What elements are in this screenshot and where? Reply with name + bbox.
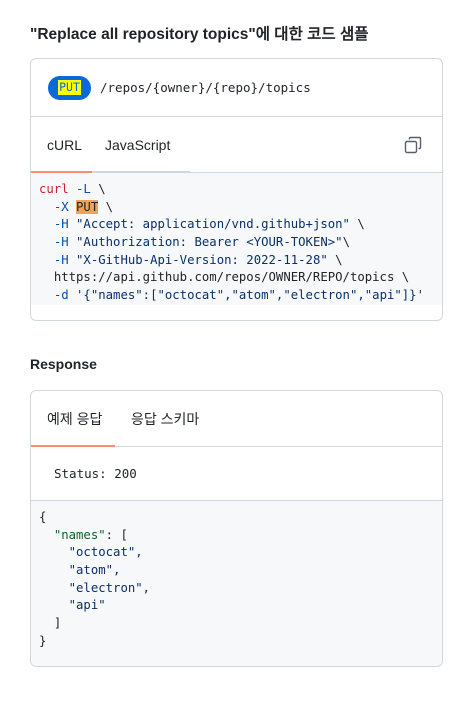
json-brace: { [39, 510, 47, 524]
code-line: -d '{"names":["octocat","atom","electron… [39, 287, 434, 305]
response-tabs: 예제 응답 응답 스키마 [31, 391, 442, 447]
code-line: "names": [ [39, 527, 434, 545]
status-code: Status: 200 [31, 447, 442, 501]
method-badge: PUT [48, 75, 91, 100]
code-flag: -L [76, 182, 91, 196]
tab-hover-indicator [92, 171, 190, 173]
code-continuation: \ [98, 182, 106, 196]
tab-curl[interactable]: cURL [47, 117, 82, 173]
response-card: 예제 응답 응답 스키마 Status: 200 { "names": [ "o… [30, 390, 443, 667]
json-string: "octocat", [68, 545, 143, 560]
page-title: "Replace all repository topics"에 대한 코드 샘… [30, 26, 369, 43]
code-continuation: \ [105, 199, 114, 214]
tab-example-response[interactable]: 예제 응답 [47, 391, 102, 447]
code-flag: -H [53, 252, 69, 267]
code-line: "octocat", [39, 544, 434, 562]
method-label: PUT [58, 80, 81, 95]
endpoint-path: /repos/{owner}/{repo}/topics [100, 80, 311, 95]
code-string: "Authorization: Bearer <YOUR-TOKEN>" [76, 235, 343, 250]
code-continuation: \ [335, 252, 343, 267]
json-string: "api" [68, 598, 106, 613]
code-string: "Accept: application/vnd.github+json" [76, 217, 350, 232]
code-string: "X-GitHub-Api-Version: 2022-11-28" [76, 252, 328, 267]
code-line: -H "Accept: application/vnd.github+json"… [39, 216, 434, 234]
code-line: https://api.github.com/repos/OWNER/REPO/… [39, 269, 434, 287]
json-brace: } [39, 633, 47, 648]
json-string: "atom", [68, 563, 121, 578]
json-string: "electron", [68, 580, 151, 595]
json-punct: : [ [105, 527, 128, 542]
tab-active-indicator [31, 171, 92, 173]
code-tabs: cURL JavaScript [31, 117, 442, 173]
code-command: curl [39, 182, 69, 196]
code-line: ] [39, 615, 434, 633]
tab-response-schema[interactable]: 응답 스키마 [131, 391, 199, 447]
code-continuation: \ [357, 217, 365, 232]
code-continuation: \ [401, 270, 410, 285]
code-flag: -H [53, 235, 69, 250]
code-line: { [39, 509, 434, 527]
code-line: -H "X-GitHub-Api-Version: 2022-11-28" \ [39, 252, 434, 270]
json-bracket: ] [53, 616, 62, 631]
code-line: curl -L \ [39, 181, 434, 199]
json-key: "names" [53, 527, 106, 542]
response-heading: Response [30, 356, 97, 372]
tab-javascript[interactable]: JavaScript [105, 117, 170, 173]
code-flag: -d [53, 288, 69, 303]
curl-code-block: curl -L \ -X PUT \ -H "Accept: applicati… [31, 173, 442, 305]
code-method: PUT [76, 199, 99, 214]
code-flag: -X [53, 199, 69, 214]
endpoint-row: PUT /repos/{owner}/{repo}/topics [31, 59, 442, 117]
code-line: -X PUT \ [39, 199, 434, 217]
code-flag: -H [53, 217, 69, 232]
code-line: "api" [39, 597, 434, 615]
response-json-block: { "names": [ "octocat", "atom", "electro… [31, 501, 442, 666]
code-line: } [39, 633, 434, 651]
code-line: "atom", [39, 562, 434, 580]
tab-active-indicator [31, 445, 115, 447]
code-url: https://api.github.com/repos/OWNER/REPO/… [53, 270, 395, 285]
code-continuation: \ [342, 235, 350, 250]
code-line: -H "Authorization: Bearer <YOUR-TOKEN>"\ [39, 234, 434, 252]
copy-icon[interactable] [404, 136, 422, 154]
code-string: '{"names":["octocat","atom","electron","… [76, 288, 424, 303]
code-line: "electron", [39, 580, 434, 598]
code-sample-card: PUT /repos/{owner}/{repo}/topics cURL Ja… [30, 58, 443, 321]
